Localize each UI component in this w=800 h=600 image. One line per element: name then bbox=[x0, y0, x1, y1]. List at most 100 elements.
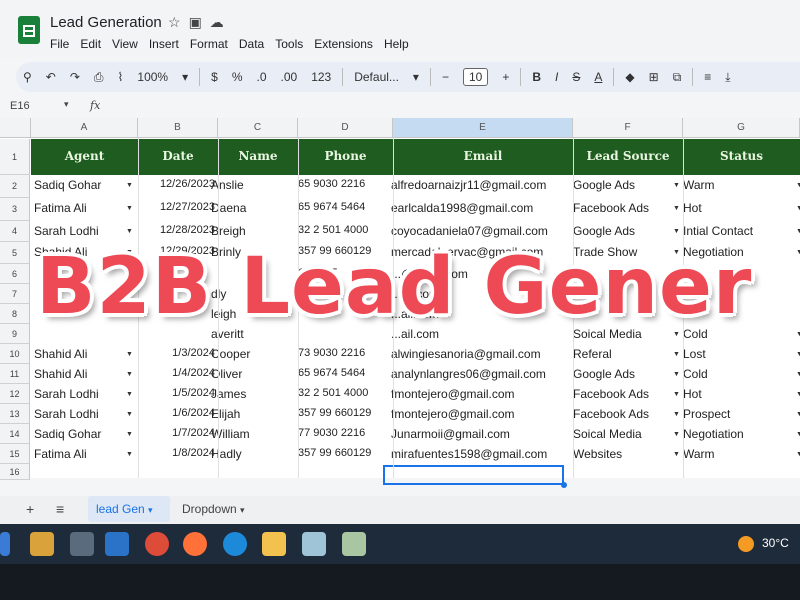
cell-source[interactable]: Soical Media bbox=[573, 427, 673, 441]
cell-status[interactable]: Prospect bbox=[683, 407, 783, 421]
row-number[interactable]: 7 bbox=[0, 284, 30, 304]
column-header-a[interactable]: A bbox=[31, 118, 138, 138]
menu-edit[interactable]: Edit bbox=[80, 37, 101, 51]
cell-status[interactable]: Negotiation bbox=[683, 427, 783, 441]
task-view-icon[interactable] bbox=[70, 532, 94, 556]
dropdown-chevron-icon[interactable]: ▼ bbox=[673, 451, 680, 458]
header-date[interactable]: Date bbox=[138, 139, 218, 175]
name-box[interactable]: E16 bbox=[10, 100, 30, 112]
dropdown-chevron-icon[interactable]: ▼ bbox=[796, 182, 800, 189]
column-header-d[interactable]: D bbox=[298, 118, 393, 138]
cell-phone[interactable]: 65 9674 5464 bbox=[298, 367, 390, 379]
cell-agent[interactable]: Fatima Ali bbox=[34, 447, 126, 461]
cell-name[interactable]: Cooper bbox=[211, 347, 291, 361]
dropdown-chevron-icon[interactable]: ▼ bbox=[126, 205, 133, 212]
cell-date[interactable]: 12/27/2023 bbox=[141, 201, 215, 213]
column-header-b[interactable]: B bbox=[138, 118, 218, 138]
row-number[interactable]: 1 bbox=[0, 139, 30, 175]
selected-cell-e16[interactable] bbox=[383, 465, 564, 485]
font-size-input[interactable]: 10 bbox=[463, 68, 488, 86]
zoom-select[interactable]: 100% bbox=[137, 70, 168, 84]
cell-agent[interactable]: Sadiq Gohar bbox=[34, 427, 126, 441]
dropdown-chevron-icon[interactable]: ▼ bbox=[673, 205, 680, 212]
cell-source[interactable]: Google Ads bbox=[573, 367, 673, 381]
cell-agent[interactable]: Shahid Ali bbox=[34, 347, 126, 361]
dropdown-chevron-icon[interactable]: ▼ bbox=[126, 431, 133, 438]
dropdown-chevron-icon[interactable]: ▼ bbox=[126, 391, 133, 398]
document-title[interactable]: Lead Generation bbox=[50, 14, 162, 31]
text-color-button[interactable]: A bbox=[594, 70, 602, 84]
cell-email[interactable]: coyocadaniela07@gmail.com bbox=[391, 224, 571, 238]
dropdown-chevron-icon[interactable]: ▼ bbox=[796, 371, 800, 378]
cell-phone[interactable]: 65 9674 5464 bbox=[298, 201, 390, 213]
cell-email[interactable]: fmontejero@gmail.com bbox=[391, 407, 571, 421]
cell-phone[interactable]: 32 2 501 4000 bbox=[298, 387, 390, 399]
cell-phone[interactable]: 65 9030 2216 bbox=[298, 178, 390, 190]
bold-button[interactable]: B bbox=[532, 70, 541, 84]
cell-date[interactable]: 1/6/2024 bbox=[141, 407, 215, 419]
dropdown-chevron-icon[interactable]: ▼ bbox=[126, 351, 133, 358]
cell-email[interactable]: analynlangres06@gmail.com bbox=[391, 367, 571, 381]
dropdown-chevron-icon[interactable]: ▼ bbox=[796, 351, 800, 358]
menu-view[interactable]: View bbox=[112, 37, 138, 51]
dropdown-chevron-icon[interactable]: ▼ bbox=[673, 331, 680, 338]
cell-phone[interactable]: 357 99 660129 bbox=[298, 407, 390, 419]
italic-button[interactable]: I bbox=[555, 70, 558, 84]
all-sheets-button[interactable]: ≡ bbox=[56, 501, 64, 517]
dropdown-chevron-icon[interactable]: ▼ bbox=[796, 391, 800, 398]
weather-icon[interactable] bbox=[738, 536, 754, 552]
cell-phone[interactable]: 77 9030 2216 bbox=[298, 427, 390, 439]
cell-email[interactable]: mirafuentes1598@gmail.com bbox=[391, 447, 571, 461]
cell-status[interactable]: Warm bbox=[683, 178, 783, 192]
merge-cells-icon[interactable]: ⧉ bbox=[673, 70, 682, 85]
redo-icon[interactable]: ↷ bbox=[70, 70, 80, 84]
row-number[interactable]: 9 bbox=[0, 324, 30, 344]
dropdown-chevron-icon[interactable]: ▼ bbox=[796, 331, 800, 338]
cell-name[interactable]: Hadly bbox=[211, 447, 291, 461]
cell-source[interactable]: Websites bbox=[573, 447, 673, 461]
cell-email[interactable]: Junarmoii@gmail.com bbox=[391, 427, 571, 441]
sheet-tab-lead-gen[interactable]: lead Gen ▾ bbox=[88, 496, 170, 522]
dropdown-chevron-icon[interactable]: ▼ bbox=[126, 182, 133, 189]
font-dropdown-icon[interactable]: ▾ bbox=[413, 70, 419, 84]
menu-data[interactable]: Data bbox=[239, 37, 264, 51]
cell-status[interactable]: Cold bbox=[683, 367, 783, 381]
dropdown-chevron-icon[interactable]: ▼ bbox=[673, 228, 680, 235]
widgets-icon[interactable] bbox=[30, 532, 54, 556]
cell-name[interactable]: Elijah bbox=[211, 407, 291, 421]
star-icon[interactable]: ☆ bbox=[168, 14, 189, 30]
dropdown-chevron-icon[interactable]: ▼ bbox=[796, 431, 800, 438]
name-box-dropdown-icon[interactable]: ▾ bbox=[64, 99, 69, 110]
dropdown-chevron-icon[interactable]: ▼ bbox=[673, 351, 680, 358]
sheets-logo-icon[interactable] bbox=[18, 16, 40, 44]
cell-date[interactable]: 1/7/2024 bbox=[141, 427, 215, 439]
cell-source[interactable]: Facebook Ads bbox=[573, 387, 673, 401]
select-all-corner[interactable] bbox=[0, 118, 31, 138]
menu-extensions[interactable]: Extensions bbox=[314, 37, 373, 51]
column-header-c[interactable]: C bbox=[218, 118, 298, 138]
cell-name[interactable]: Oliver bbox=[211, 367, 291, 381]
zoom-dropdown-icon[interactable]: ▾ bbox=[182, 70, 188, 84]
cell-date[interactable]: 1/5/2024 bbox=[141, 387, 215, 399]
print-icon[interactable]: ⎙ bbox=[94, 70, 104, 85]
cell-email[interactable]: earlcalda1998@gmail.com bbox=[391, 201, 571, 215]
dropdown-chevron-icon[interactable]: ▼ bbox=[673, 391, 680, 398]
cell-date[interactable]: 12/26/2023 bbox=[141, 178, 215, 190]
fill-color-icon[interactable]: ◆ bbox=[625, 70, 634, 84]
cell-status[interactable]: Hot bbox=[683, 387, 783, 401]
cell-name[interactable]: James bbox=[211, 387, 291, 401]
sheet-tab-dropdown[interactable]: Dropdown ▾ bbox=[182, 496, 245, 522]
cell-email[interactable]: alwingiesanoria@gmail.com bbox=[391, 347, 571, 361]
search-menus-icon[interactable]: ⚲ bbox=[23, 70, 32, 84]
header-agent[interactable]: Agent bbox=[31, 139, 138, 175]
fill-handle[interactable] bbox=[561, 482, 567, 488]
chevron-down-icon[interactable]: ▾ bbox=[240, 505, 245, 515]
cell-name[interactable]: Anslie bbox=[211, 178, 291, 192]
menu-format[interactable]: Format bbox=[190, 37, 228, 51]
cell-email[interactable]: alfredoarnaizjr11@gmail.com bbox=[391, 178, 571, 192]
row-number[interactable]: 16 bbox=[0, 464, 30, 480]
header-phone[interactable]: Phone bbox=[298, 139, 393, 175]
firefox-icon[interactable] bbox=[183, 532, 207, 556]
more-formats-button[interactable]: 123 bbox=[311, 70, 331, 84]
chevron-down-icon[interactable]: ▾ bbox=[148, 505, 153, 515]
